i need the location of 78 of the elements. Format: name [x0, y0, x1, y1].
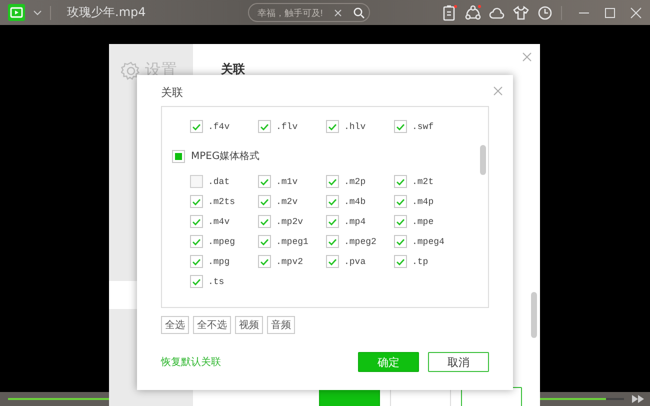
- checkbox[interactable]: [258, 255, 271, 268]
- checkbox[interactable]: [190, 275, 203, 288]
- extension-label: .m4p: [412, 196, 434, 206]
- search-bar[interactable]: 幸福，触手可及!: [248, 3, 370, 22]
- notification-dot: [454, 4, 457, 8]
- checkbox[interactable]: [326, 255, 339, 268]
- search-icon[interactable]: [353, 6, 366, 18]
- extension-label: .m2v: [276, 196, 298, 206]
- extension-label: .ts: [208, 276, 224, 286]
- chevron-down-icon[interactable]: [33, 10, 42, 16]
- filter-button[interactable]: 音频: [267, 316, 295, 334]
- extension-label: .m4v: [208, 216, 230, 226]
- shirt-icon[interactable]: [512, 4, 529, 20]
- extension-label: .mpg: [208, 256, 230, 266]
- clock-icon[interactable]: [536, 4, 553, 20]
- extension-label: .mp4: [344, 216, 366, 226]
- extension-label: .m2t: [412, 176, 434, 186]
- filter-button[interactable]: 视频: [235, 316, 263, 334]
- extension-label: .flv: [276, 122, 298, 132]
- checkbox[interactable]: [394, 255, 407, 268]
- gear-icon: [121, 60, 141, 80]
- checkbox[interactable]: [190, 235, 203, 248]
- checkbox[interactable]: [190, 120, 203, 133]
- checkbox[interactable]: [326, 195, 339, 208]
- checkbox[interactable]: [258, 175, 271, 188]
- checkbox[interactable]: [190, 195, 203, 208]
- group-heading: MPEG媒体格式: [191, 150, 260, 163]
- extension-label: .m2ts: [208, 196, 236, 206]
- checkbox[interactable]: [326, 235, 339, 248]
- scrollbar-thumb[interactable]: [480, 145, 486, 175]
- checkbox[interactable]: [258, 215, 271, 228]
- clear-icon[interactable]: [334, 8, 342, 16]
- extension-label: .m2p: [344, 176, 366, 186]
- checkbox[interactable]: [326, 120, 339, 133]
- app-logo-icon[interactable]: [8, 4, 25, 21]
- section-heading: 关联: [221, 62, 245, 76]
- maximize-icon[interactable]: [604, 6, 616, 18]
- checkbox[interactable]: [326, 215, 339, 228]
- extension-label: .tp: [412, 256, 428, 266]
- filter-button[interactable]: 全选: [161, 316, 189, 334]
- checkbox[interactable]: [394, 175, 407, 188]
- dialog-title: 关联: [161, 85, 184, 100]
- extension-label: .f4v: [208, 122, 230, 132]
- extension-label: .swf: [412, 122, 434, 132]
- extension-label: .dat: [208, 176, 230, 186]
- dialog-button[interactable]: 取消: [428, 352, 489, 372]
- checkbox[interactable]: [394, 120, 407, 133]
- window-title: 玫瑰少年.mp4: [67, 4, 146, 21]
- extension-label: .mpeg4: [412, 236, 444, 246]
- checkbox[interactable]: [258, 120, 271, 133]
- extension-label: .m1v: [276, 176, 298, 186]
- checkbox[interactable]: [258, 195, 271, 208]
- checkbox[interactable]: [394, 195, 407, 208]
- checkbox[interactable]: [172, 150, 185, 162]
- checkbox[interactable]: [190, 215, 203, 228]
- search-field[interactable]: 幸福，触手可及!: [257, 8, 332, 18]
- extension-label: .mpv2: [276, 256, 304, 266]
- extension-label: .mpeg1: [276, 236, 308, 246]
- close-icon[interactable]: [522, 52, 532, 62]
- filter-button[interactable]: 全不选: [193, 316, 231, 334]
- fast-forward-icon[interactable]: [632, 395, 644, 403]
- checkbox[interactable]: [326, 175, 339, 188]
- close-icon[interactable]: [493, 86, 503, 96]
- extension-label: .mp2v: [276, 216, 304, 226]
- document-icon[interactable]: [442, 4, 456, 20]
- notification-dot: [478, 4, 481, 8]
- share-icon[interactable]: [464, 4, 481, 20]
- checkbox[interactable]: [190, 175, 203, 188]
- extension-label: .mpe: [412, 216, 434, 226]
- checkbox[interactable]: [394, 215, 407, 228]
- extension-label: .mpeg: [208, 236, 236, 246]
- checkbox[interactable]: [394, 235, 407, 248]
- checkbox[interactable]: [258, 235, 271, 248]
- checkbox[interactable]: [190, 255, 203, 268]
- extension-label: .pva: [344, 256, 366, 266]
- extension-label: .hlv: [344, 122, 366, 132]
- extension-label: .mpeg2: [344, 236, 376, 246]
- extension-label: .m4b: [344, 196, 366, 206]
